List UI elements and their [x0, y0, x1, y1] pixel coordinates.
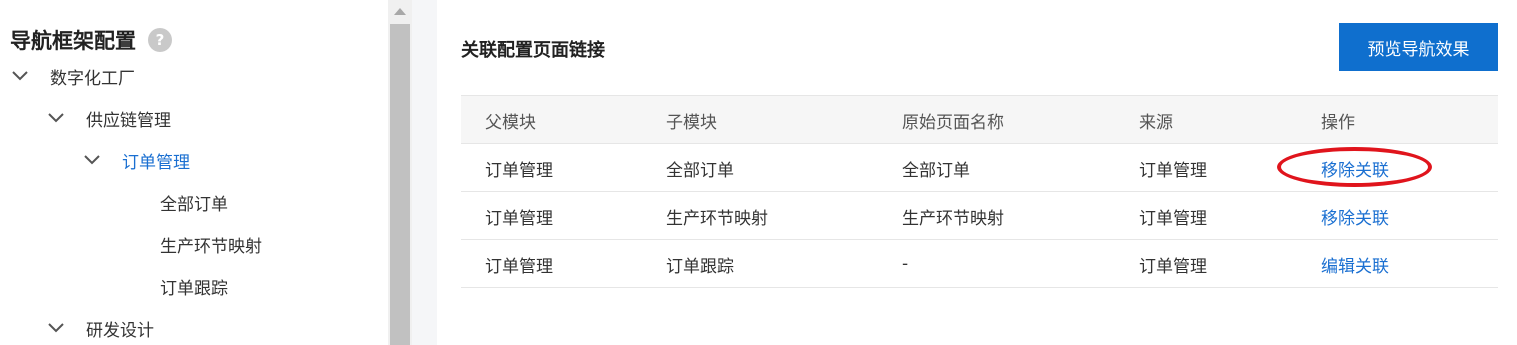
- cell-source: 订单管理: [1139, 208, 1207, 229]
- nav-config-panel: 导航框架配置 ? 数字化工厂 供应链管理 订单管理 全部订单 生产环节映射 订单…: [0, 0, 388, 345]
- chevron-down-icon[interactable]: [82, 150, 102, 170]
- tree-item-order-management[interactable]: 订单管理: [82, 145, 190, 175]
- cell-source: 订单管理: [1139, 256, 1207, 277]
- table-row: 订单管理 全部订单 全部订单 订单管理 移除关联: [461, 144, 1498, 192]
- tree-item-label: 订单管理: [122, 152, 190, 173]
- cell-parent-module: 订单管理: [485, 208, 553, 229]
- panel-title-text: 导航框架配置: [10, 29, 136, 53]
- cell-original-page: 全部订单: [902, 160, 970, 181]
- vertical-scrollbar[interactable]: [388, 0, 412, 345]
- preview-navigation-button[interactable]: 预览导航效果: [1339, 23, 1498, 71]
- column-header: 父模块: [485, 112, 536, 133]
- tree-item-supply-chain[interactable]: 供应链管理: [46, 103, 171, 133]
- tree-item-label: 订单跟踪: [160, 278, 228, 299]
- table-row: 订单管理 生产环节映射 生产环节映射 订单管理 移除关联: [461, 192, 1498, 240]
- tree-item-production-mapping[interactable]: 生产环节映射: [160, 229, 262, 259]
- cell-original-page: -: [902, 254, 909, 274]
- cell-child-module: 订单跟踪: [666, 256, 734, 277]
- cell-parent-module: 订单管理: [485, 256, 553, 277]
- panel-divider: [412, 0, 437, 345]
- section-title: 关联配置页面链接: [461, 40, 605, 61]
- tree-item-order-tracking[interactable]: 订单跟踪: [160, 271, 228, 301]
- cell-child-module: 生产环节映射: [666, 208, 768, 229]
- column-header: 操作: [1321, 112, 1355, 133]
- cell-child-module: 全部订单: [666, 160, 734, 181]
- tree-item-rnd-design[interactable]: 研发设计: [46, 313, 154, 343]
- scrollbar-thumb[interactable]: [390, 24, 410, 345]
- tree-item-label: 全部订单: [160, 194, 228, 215]
- tree-item-all-orders[interactable]: 全部订单: [160, 187, 228, 217]
- table-header-row: 父模块 子模块 原始页面名称 来源 操作: [461, 96, 1498, 144]
- tree-item-label: 研发设计: [86, 320, 154, 341]
- remove-link-action[interactable]: 移除关联: [1321, 192, 1389, 240]
- edit-link-action[interactable]: 编辑关联: [1321, 240, 1389, 288]
- scroll-up-arrow-icon: [394, 7, 406, 15]
- chevron-down-icon[interactable]: [46, 108, 66, 128]
- column-header: 子模块: [666, 112, 717, 133]
- help-icon[interactable]: ?: [148, 28, 172, 52]
- chevron-down-icon[interactable]: [46, 318, 66, 338]
- table-row: 订单管理 订单跟踪 - 订单管理 编辑关联: [461, 240, 1498, 288]
- link-config-panel: 关联配置页面链接 预览导航效果 父模块 子模块 原始页面名称 来源 操作 订单管…: [437, 0, 1517, 345]
- tree-item-label: 生产环节映射: [160, 236, 262, 257]
- link-table: 父模块 子模块 原始页面名称 来源 操作 订单管理 全部订单 全部订单 订单管理…: [461, 95, 1498, 288]
- tree-item-label: 供应链管理: [86, 110, 171, 131]
- cell-parent-module: 订单管理: [485, 160, 553, 181]
- tree-item-digital-factory[interactable]: 数字化工厂: [10, 61, 135, 91]
- panel-title: 导航框架配置 ?: [10, 26, 172, 54]
- chevron-down-icon[interactable]: [10, 66, 30, 86]
- scroll-up-button[interactable]: [388, 0, 412, 22]
- cell-source: 订单管理: [1139, 160, 1207, 181]
- tree-item-label: 数字化工厂: [50, 68, 135, 89]
- cell-original-page: 生产环节映射: [902, 208, 1004, 229]
- column-header: 原始页面名称: [902, 112, 1004, 133]
- remove-link-action[interactable]: 移除关联: [1321, 144, 1389, 192]
- column-header: 来源: [1139, 112, 1173, 133]
